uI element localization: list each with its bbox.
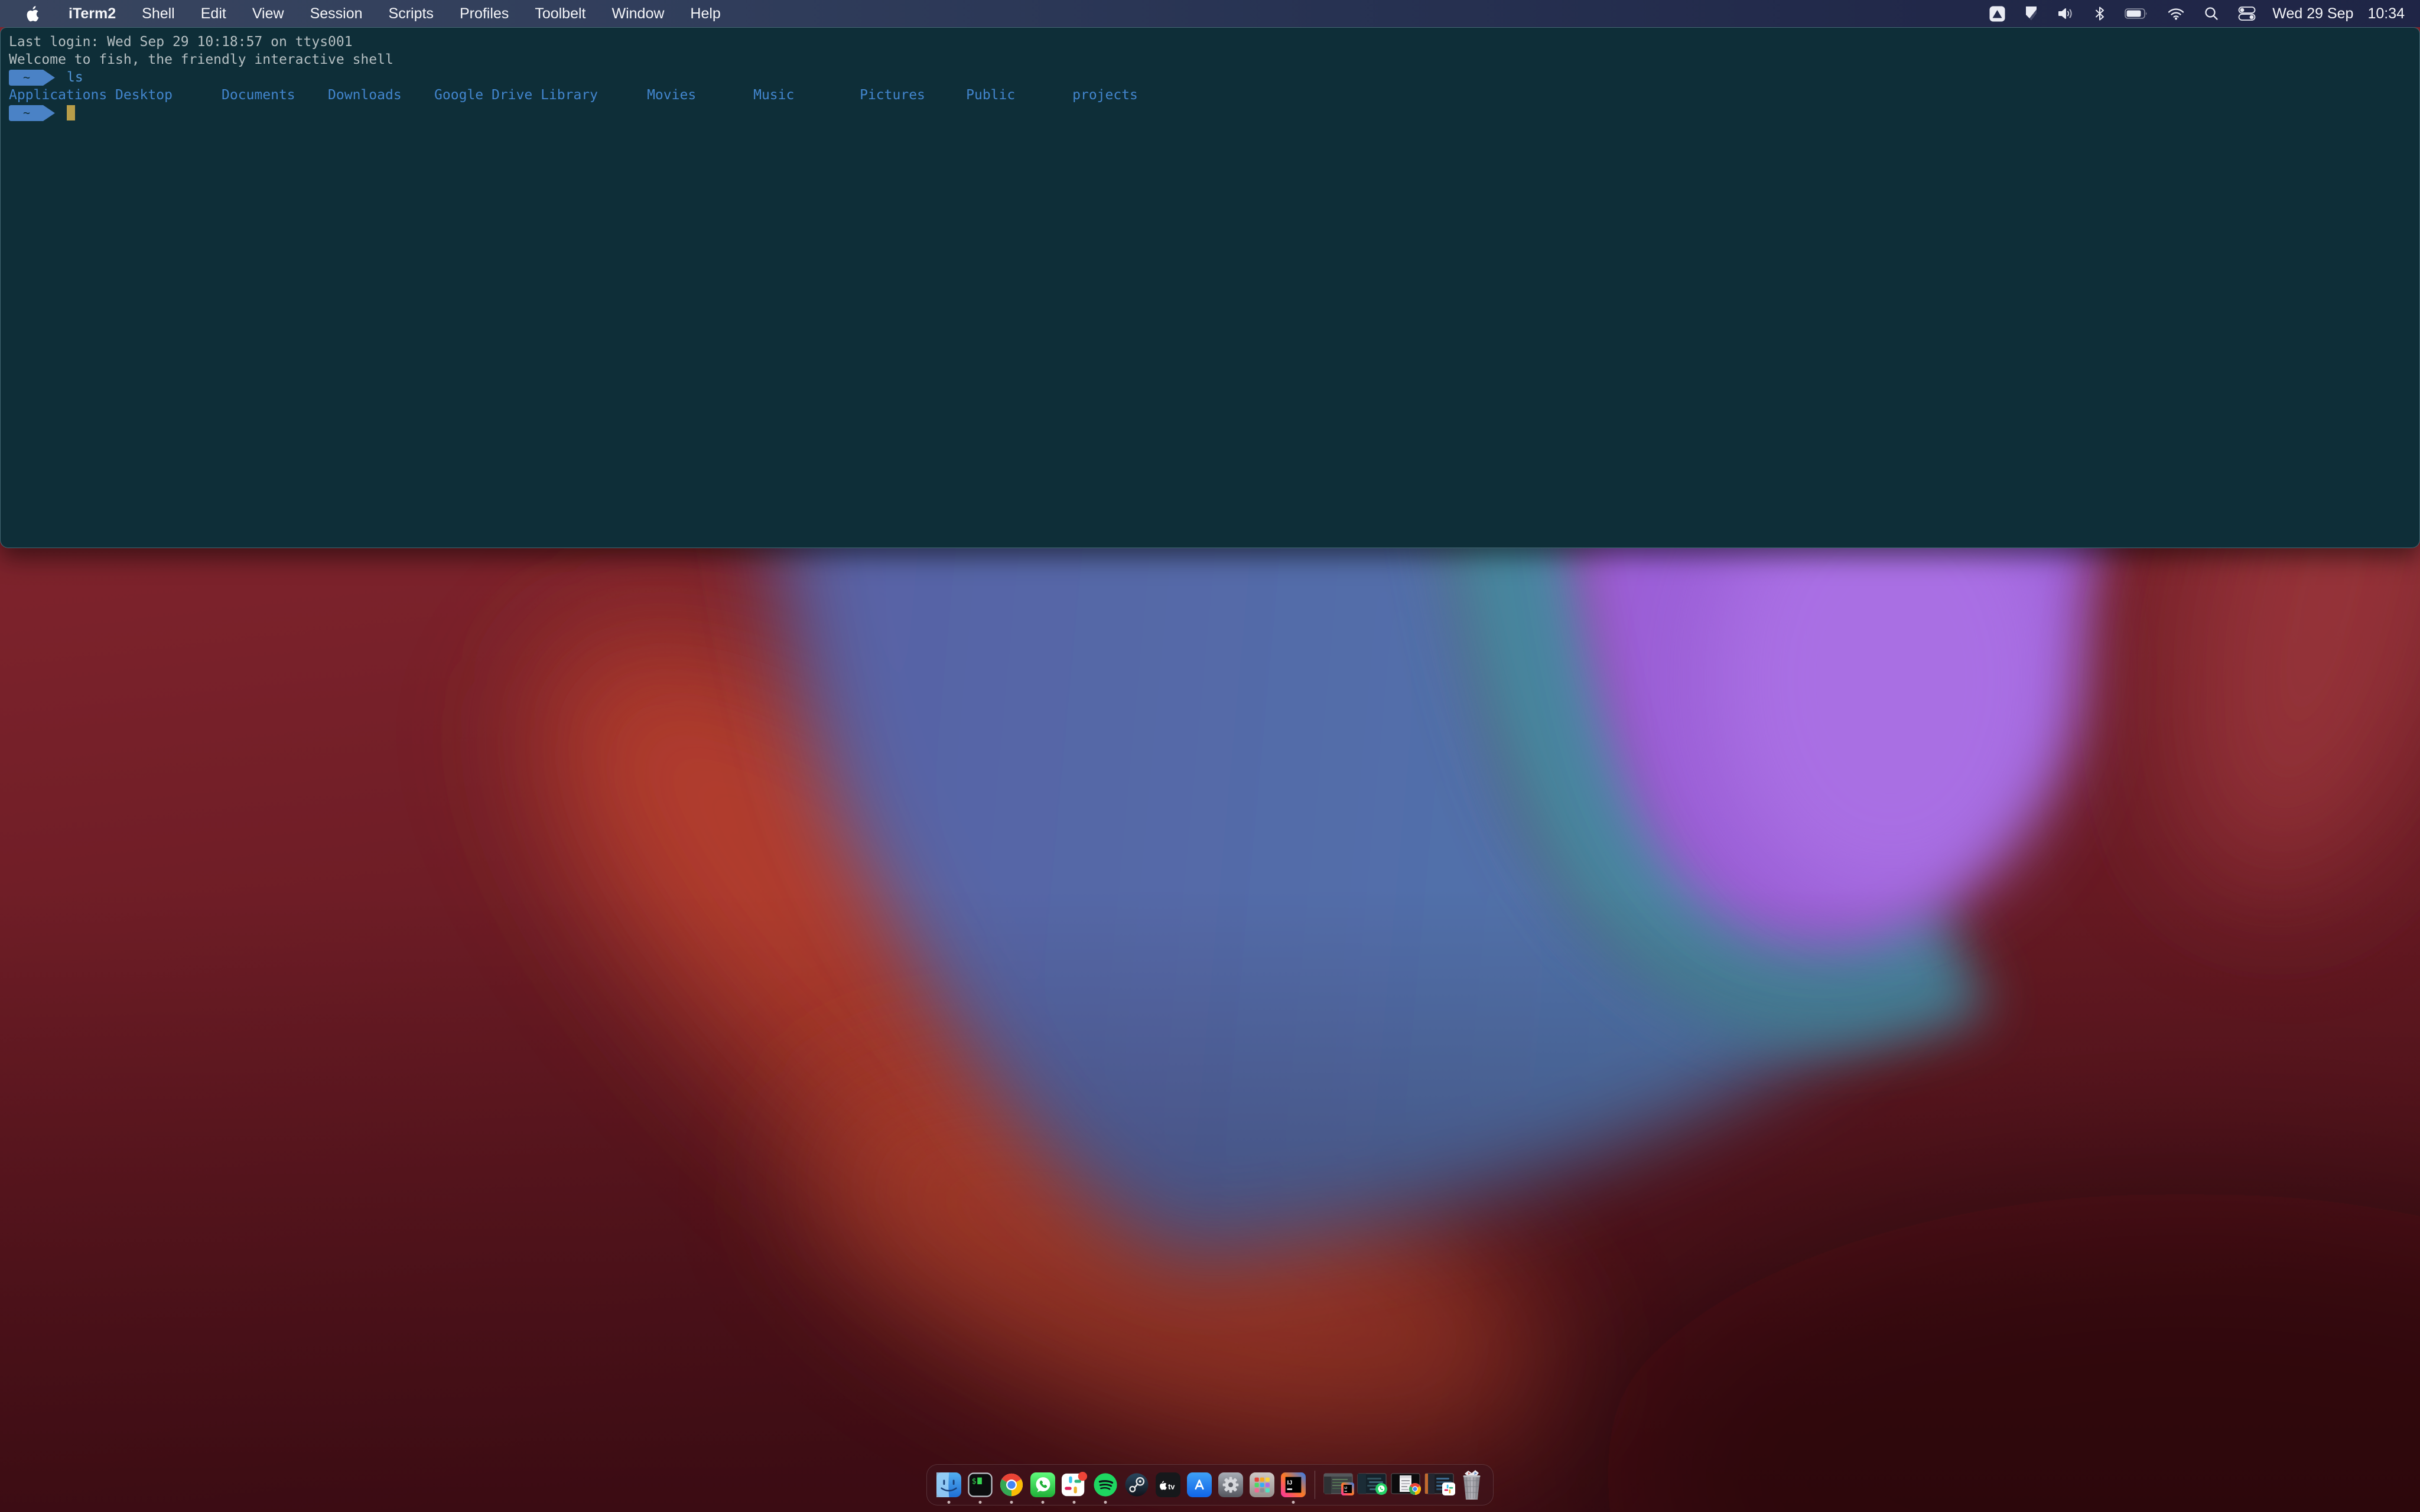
- paste-app-icon[interactable]: [2015, 6, 2048, 21]
- menu-bar-left: iTerm2 Shell Edit View Session Scripts P…: [0, 0, 734, 27]
- volume-icon[interactable]: [2048, 6, 2084, 21]
- dock-whatsapp[interactable]: [1027, 1464, 1058, 1506]
- dock-minimized-intellij-window[interactable]: IJ: [1321, 1464, 1355, 1506]
- running-dot: [1104, 1501, 1107, 1504]
- svg-text:$: $: [971, 1477, 976, 1486]
- menu-shell[interactable]: Shell: [129, 5, 188, 22]
- control-center-icon[interactable]: [2229, 6, 2265, 21]
- search-icon[interactable]: [2194, 6, 2229, 21]
- notification-badge: [1078, 1471, 1087, 1481]
- dock-trash[interactable]: [1456, 1464, 1487, 1506]
- dock-spotify[interactable]: [1089, 1464, 1121, 1506]
- desktop: iTerm2 Shell Edit View Session Scripts P…: [0, 0, 2420, 1512]
- slack-badge-icon: [1442, 1482, 1455, 1498]
- terminal-last-login: Last login: Wed Sep 29 10:18:57 on ttys0…: [9, 34, 353, 50]
- dock-minimized-whatsapp-window[interactable]: [1355, 1464, 1388, 1506]
- terminal-window[interactable]: Last login: Wed Sep 29 10:18:57 on ttys0…: [0, 27, 2420, 548]
- running-dot: [1041, 1501, 1044, 1504]
- svg-text:tv: tv: [1168, 1482, 1175, 1491]
- menu-app-name[interactable]: iTerm2: [40, 5, 129, 22]
- menu-profiles[interactable]: Profiles: [447, 5, 522, 22]
- menu-window[interactable]: Window: [599, 5, 677, 22]
- terminal-prompt-line-2: ~: [9, 104, 2414, 122]
- apple-menu[interactable]: [0, 5, 40, 22]
- svg-text:IJ: IJ: [1287, 1480, 1292, 1487]
- clock-time: 10:34: [2367, 5, 2405, 22]
- dock-finder[interactable]: [933, 1464, 964, 1506]
- svg-text:~: ~: [23, 70, 30, 84]
- menu-edit[interactable]: Edit: [188, 5, 239, 22]
- intellij-badge-icon: IJ: [1341, 1482, 1354, 1498]
- menu-view[interactable]: View: [239, 5, 297, 22]
- running-dot: [978, 1501, 981, 1504]
- clock-date: Wed 29 Sep: [2272, 5, 2354, 22]
- menu-clock[interactable]: Wed 29 Sep 10:34: [2265, 5, 2420, 22]
- dock-steam[interactable]: [1121, 1464, 1152, 1506]
- terminal-prompt-line: ~ ls: [9, 69, 2414, 86]
- running-dot: [1072, 1501, 1075, 1504]
- dock-app-store[interactable]: [1183, 1464, 1215, 1506]
- dock-color-grid-app[interactable]: [1246, 1464, 1277, 1506]
- menu-session[interactable]: Session: [297, 5, 376, 22]
- svg-text:IJ: IJ: [1345, 1487, 1348, 1490]
- fish-prompt-badge: ~: [9, 105, 55, 121]
- running-dot: [1010, 1501, 1013, 1504]
- menu-bar-status: Wed 29 Sep 10:34: [1980, 0, 2420, 27]
- dock-intellij[interactable]: IJ: [1277, 1464, 1309, 1506]
- terminal-cursor: [67, 105, 75, 120]
- menu-help[interactable]: Help: [677, 5, 733, 22]
- wifi-icon[interactable]: [2158, 6, 2194, 21]
- fish-prompt-badge: ~: [9, 69, 55, 86]
- dock: $ tv IJ IJ: [926, 1464, 1494, 1506]
- capture-app-icon[interactable]: [1980, 6, 2015, 22]
- menu-bar: iTerm2 Shell Edit View Session Scripts P…: [0, 0, 2420, 27]
- dock-system-preferences[interactable]: [1215, 1464, 1246, 1506]
- apple-icon: [27, 6, 39, 22]
- dock-minimized-chrome-window[interactable]: [1388, 1464, 1422, 1506]
- svg-text:~: ~: [23, 106, 30, 120]
- battery-icon[interactable]: [2115, 6, 2158, 21]
- menu-toolbelt[interactable]: Toolbelt: [522, 5, 599, 22]
- dock-apple-tv[interactable]: tv: [1152, 1464, 1183, 1506]
- terminal-command: ls: [67, 70, 83, 85]
- dock-minimized-slack-window[interactable]: [1422, 1464, 1456, 1506]
- terminal-ls-output: Applications Desktop Documents Downloads…: [9, 87, 1138, 103]
- chrome-badge-icon: [1409, 1482, 1422, 1498]
- whatsapp-badge-icon: [1375, 1482, 1388, 1498]
- dock-chrome[interactable]: [996, 1464, 1027, 1506]
- running-dot: [947, 1501, 950, 1504]
- terminal-welcome: Welcome to fish, the friendly interactiv…: [9, 52, 393, 67]
- dock-slack[interactable]: [1058, 1464, 1089, 1506]
- bluetooth-icon[interactable]: [2084, 6, 2115, 21]
- dock-iterm[interactable]: $: [964, 1464, 996, 1506]
- menu-scripts[interactable]: Scripts: [376, 5, 447, 22]
- running-dot: [1292, 1501, 1294, 1504]
